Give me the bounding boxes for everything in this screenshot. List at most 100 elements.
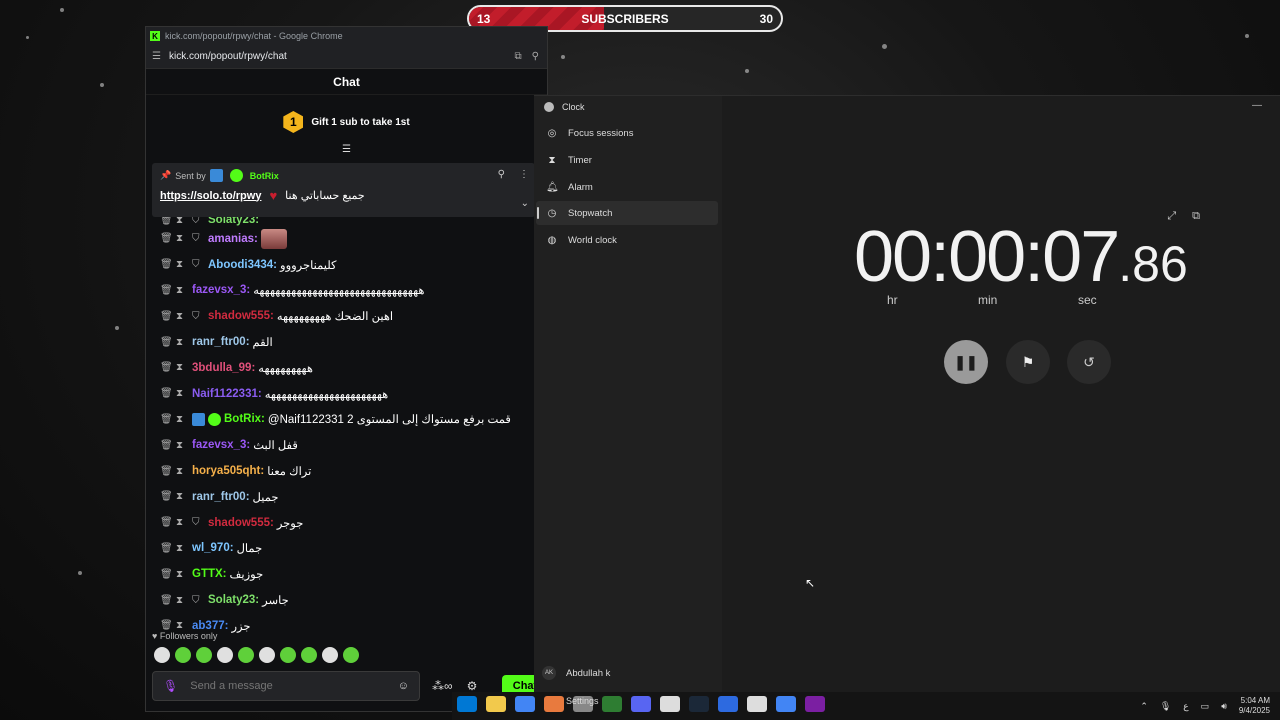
nav-timer[interactable]: ⧗ Timer	[536, 148, 718, 172]
timeout-icon[interactable]: ⧗	[176, 543, 192, 554]
message-input[interactable]	[190, 680, 386, 692]
chat-username[interactable]: 3bdulla_99:	[192, 362, 255, 374]
taskbar-app-icon[interactable]	[601, 695, 622, 712]
timeout-icon[interactable]: ⧗	[176, 388, 192, 399]
chat-username[interactable]: ranr_ftr00:	[192, 491, 250, 503]
timeout-icon[interactable]: ⧗	[176, 440, 192, 451]
taskbar-app-icon[interactable]	[630, 695, 651, 712]
delete-icon[interactable]: 🗑︎	[160, 285, 176, 296]
delete-icon[interactable]: 🗑︎	[160, 466, 176, 477]
timeout-icon[interactable]: ⧗	[176, 311, 192, 322]
delete-icon[interactable]: 🗑︎	[160, 620, 176, 631]
emote-icon[interactable]	[217, 647, 233, 663]
taskbar-app-icon[interactable]	[775, 695, 796, 712]
chat-username[interactable]: Aboodi3434:	[208, 259, 277, 271]
taskbar-app-icon[interactable]	[746, 695, 767, 712]
emote-icon[interactable]	[196, 647, 212, 663]
timeout-icon[interactable]: ⧗	[176, 337, 192, 348]
chat-username[interactable]: fazevsx_3:	[192, 284, 250, 296]
microphone-icon[interactable]: 🎙	[163, 679, 178, 693]
emote-icon[interactable]	[343, 647, 359, 663]
chat-username[interactable]: BotRix:	[224, 413, 265, 425]
taskbar-app-icon[interactable]	[717, 695, 738, 712]
chat-username[interactable]: wl_970:	[192, 542, 234, 554]
timeout-icon[interactable]: ⧗	[176, 517, 192, 528]
settings-gear-icon[interactable]: ⚙	[467, 679, 478, 693]
more-options-icon[interactable]: ⋮	[519, 169, 529, 180]
timeout-icon[interactable]: ⧗	[176, 414, 192, 425]
timeout-icon[interactable]: ⧗	[176, 595, 192, 606]
compact-overlay-icon[interactable]: ⧉	[1192, 210, 1200, 223]
gift-leaderboard[interactable]: 1 Gift 1 sub to take 1st	[146, 95, 547, 149]
kicks-icon[interactable]: ⁂∞	[432, 679, 453, 693]
taskbar-app-icon[interactable]	[688, 695, 709, 712]
chat-username[interactable]: Naif1122331:	[192, 388, 262, 400]
network-icon[interactable]: ▭	[1201, 701, 1210, 712]
pinned-link[interactable]: https://solo.to/rpwy	[160, 190, 261, 202]
delete-icon[interactable]: 🗑︎	[160, 233, 176, 244]
chat-username[interactable]: shadow555:	[208, 517, 274, 529]
chat-username[interactable]: GTTX:	[192, 568, 227, 580]
nav-world-clock[interactable]: ◍ World clock	[536, 228, 718, 252]
user-account[interactable]: AK Abdullah k	[542, 666, 610, 680]
timeout-icon[interactable]: ⧗	[176, 233, 192, 244]
settings-taskbar-label[interactable]: Settings	[566, 696, 599, 706]
emoji-icon[interactable]: ☺	[398, 680, 409, 692]
chat-username[interactable]: Solaty23:	[208, 594, 259, 606]
taskbar-app-icon[interactable]	[659, 695, 680, 712]
delete-icon[interactable]: 🗑︎	[160, 388, 176, 399]
timeout-icon[interactable]: ⧗	[176, 620, 192, 631]
timeout-icon[interactable]: ⧗	[176, 569, 192, 580]
lap-button[interactable]: ⚑	[1006, 340, 1050, 384]
chat-username[interactable]: ranr_ftr00:	[192, 336, 250, 348]
delete-icon[interactable]: 🗑︎	[160, 217, 176, 226]
chat-username[interactable]: amanias:	[208, 233, 258, 245]
chat-username[interactable]: fazevsx_3:	[192, 439, 250, 451]
pause-button[interactable]: ❚❚	[944, 340, 988, 384]
delete-icon[interactable]: 🗑︎	[160, 362, 176, 373]
emote-icon[interactable]	[259, 647, 275, 663]
window-titlebar[interactable]: K kick.com/popout/rpwy/chat - Google Chr…	[146, 27, 547, 45]
timeout-icon[interactable]: ⧗	[176, 285, 192, 296]
emote-icon[interactable]	[301, 647, 317, 663]
site-info-icon[interactable]: ☰	[152, 51, 161, 62]
chat-username[interactable]: shadow555:	[208, 310, 274, 322]
zoom-icon[interactable]: ⚲	[532, 51, 539, 62]
delete-icon[interactable]: 🗑︎	[160, 337, 176, 348]
timeout-icon[interactable]: ⧗	[176, 491, 192, 502]
chat-username[interactable]: horya505qht:	[192, 465, 264, 477]
chevron-down-icon[interactable]: ⌄	[521, 198, 529, 209]
minimize-button[interactable]: —	[1252, 100, 1262, 111]
delete-icon[interactable]: 🗑︎	[160, 543, 176, 554]
url-text[interactable]: kick.com/popout/rpwy/chat	[169, 51, 287, 62]
delete-icon[interactable]: 🗑︎	[160, 311, 176, 322]
message-input-box[interactable]: 🎙 ☺	[152, 671, 420, 701]
emote-icon[interactable]	[175, 647, 191, 663]
clock-datetime[interactable]: 5:04 AM 9/4/2025	[1239, 696, 1270, 716]
emote-icon[interactable]	[322, 647, 338, 663]
taskbar-app-icon[interactable]	[804, 695, 825, 712]
volume-icon[interactable]: 🔊︎	[1221, 701, 1227, 712]
taskbar-app-icon[interactable]	[514, 695, 535, 712]
chat-username[interactable]: Solaty23:	[208, 217, 259, 226]
microphone-icon[interactable]: 🎙	[1160, 701, 1171, 712]
timeout-icon[interactable]: ⧗	[176, 217, 192, 226]
delete-icon[interactable]: 🗑︎	[160, 440, 176, 451]
delete-icon[interactable]: 🗑︎	[160, 259, 176, 270]
collapse-icon[interactable]: ☰	[342, 144, 351, 155]
language-indicator[interactable]: ع	[1183, 701, 1188, 712]
taskbar-app-icon[interactable]	[456, 695, 477, 712]
reset-button[interactable]: ↺	[1067, 340, 1111, 384]
emote-icon[interactable]	[280, 647, 296, 663]
address-bar[interactable]: ☰ kick.com/popout/rpwy/chat ⧉ ⚲	[146, 45, 547, 69]
timeout-icon[interactable]: ⧗	[176, 259, 192, 270]
emote-icon[interactable]	[238, 647, 254, 663]
unpin-icon[interactable]: ⚲	[498, 169, 505, 180]
timeout-icon[interactable]: ⧗	[176, 466, 192, 477]
taskbar-app-icon[interactable]	[485, 695, 506, 712]
nav-stopwatch[interactable]: ◷ Stopwatch	[536, 201, 718, 225]
timeout-icon[interactable]: ⧗	[176, 362, 192, 373]
nav-alarm[interactable]: 🔔︎ Alarm	[536, 175, 718, 199]
delete-icon[interactable]: 🗑︎	[160, 569, 176, 580]
chevron-up-icon[interactable]: ⌃	[1140, 701, 1148, 712]
